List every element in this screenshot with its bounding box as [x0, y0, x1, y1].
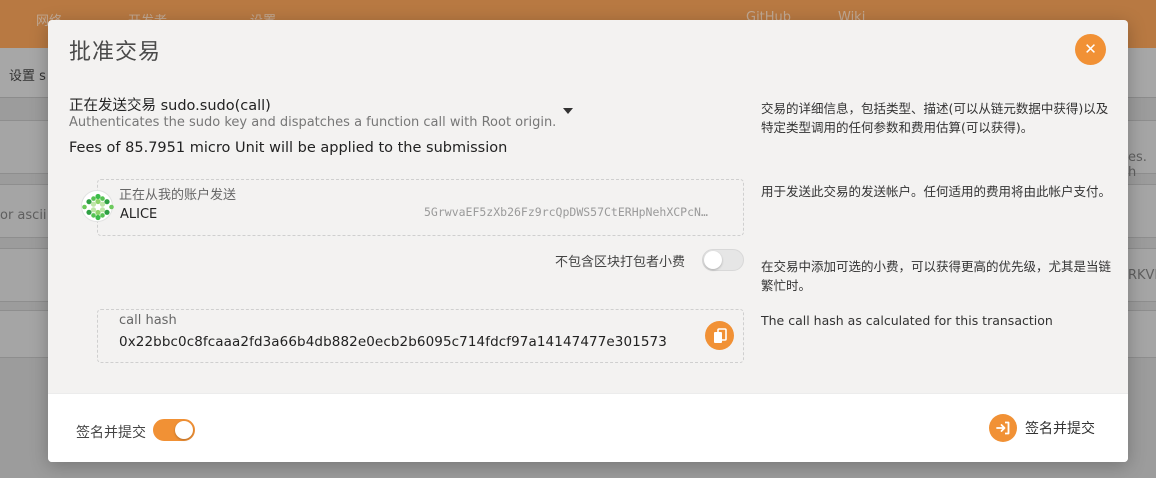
sign-in-icon — [989, 414, 1017, 442]
close-icon: ✕ — [1084, 40, 1097, 58]
fees-text: Fees of 85.7951 micro Unit will be appli… — [69, 140, 508, 156]
bg-fragment: or ascii — [0, 208, 47, 223]
identicon[interactable] — [81, 190, 114, 222]
modal-title: 批准交易 — [69, 40, 162, 65]
call-hash-value: 0x22bbc0c8fcaaa2fd3a66b4db882e0ecb2b6095… — [119, 334, 667, 350]
subbar-label: 设置 s — [9, 69, 46, 84]
call-heading[interactable]: 正在发送交易 sudo.sudo(call) — [69, 94, 271, 115]
tip-toggle-label: 不包含区块打包者小费 — [555, 255, 686, 270]
modal-footer: 签名并提交 签名并提交 — [48, 393, 1128, 462]
copy-icon — [713, 327, 727, 343]
close-button[interactable]: ✕ — [1075, 34, 1106, 65]
call-hash-label: call hash — [119, 313, 177, 328]
toggle-knob — [704, 251, 722, 269]
dropdown-caret-icon[interactable] — [563, 108, 573, 114]
account-name: ALICE — [120, 207, 158, 222]
call-help-text: 交易的详细信息，包括类型、描述(可以从链元数据中获得)以及特定类型调用的任何参数… — [761, 101, 1109, 135]
sign-and-submit-button[interactable]: 签名并提交 — [989, 413, 1095, 443]
bg-fragment: es. h — [1128, 150, 1147, 180]
sign-toggle[interactable] — [153, 419, 195, 441]
call-description: Authenticates the sudo key and dispatche… — [69, 115, 557, 130]
approve-transaction-modal: 批准交易 ✕ 正在发送交易 sudo.sudo(call) Authentica… — [48, 20, 1128, 462]
account-help-text: 用于发送此交易的发送帐户。任何适用的费用将由此帐户支付。 — [761, 184, 1112, 199]
sign-toggle-label: 签名并提交 — [76, 425, 146, 441]
sign-and-submit-label: 签名并提交 — [1025, 421, 1095, 437]
tip-help-text: 在交易中添加可选的小费，可以获得更高的优先级，尤其是当链繁忙时。 — [761, 259, 1112, 293]
copy-button[interactable] — [705, 321, 734, 350]
account-label: 正在从我的账户发送 — [119, 188, 237, 203]
tip-toggle[interactable] — [702, 249, 744, 271]
bg-fragment: RKVh — [1128, 268, 1156, 283]
account-address: 5GrwvaEF5zXb26Fz9rcQpDWS57CtERHpNehXCPcN… — [424, 205, 714, 219]
call-hash-help-text: The call hash as calculated for this tra… — [761, 313, 1053, 328]
identicon-dots — [82, 193, 114, 221]
toggle-knob — [175, 421, 193, 439]
